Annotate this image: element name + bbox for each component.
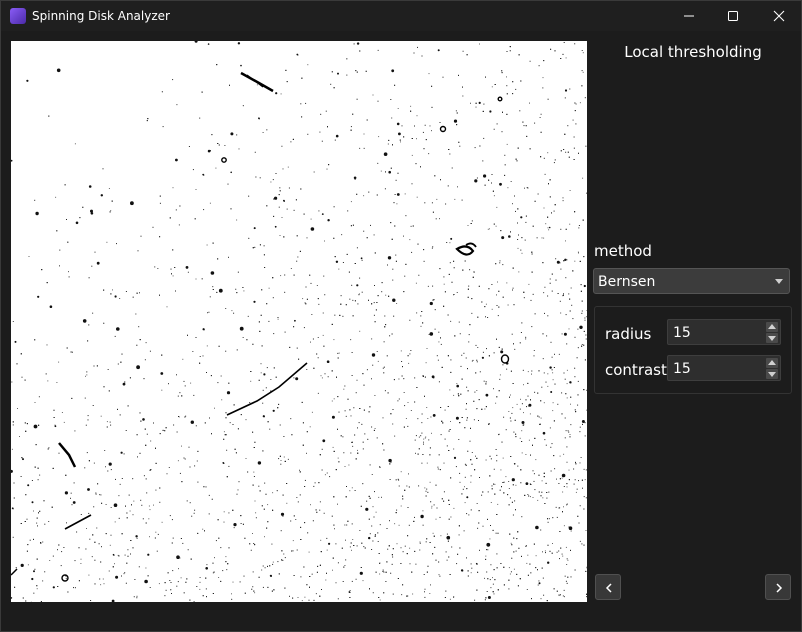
app-icon (10, 8, 26, 24)
radius-value: 15 (673, 325, 691, 341)
close-icon (773, 10, 785, 22)
contrast-label: contrast (605, 361, 667, 379)
chevron-right-icon (776, 583, 783, 593)
maximize-button[interactable] (710, 1, 756, 31)
contrast-increment-button[interactable] (766, 358, 778, 368)
chevron-down-icon (775, 279, 783, 284)
contrast-decrement-button[interactable] (766, 369, 778, 379)
radius-label: radius (605, 325, 652, 343)
parameters-group: radius 15 contrast 15 (594, 306, 792, 394)
method-select-value: Bernsen (598, 274, 656, 290)
next-button[interactable] (765, 574, 791, 600)
radius-increment-button[interactable] (766, 322, 778, 332)
method-select[interactable]: Bernsen (593, 268, 790, 294)
chevron-left-icon (605, 583, 612, 593)
previous-button[interactable] (595, 574, 621, 600)
thresholded-image-view[interactable] (11, 41, 587, 602)
close-button[interactable] (756, 1, 802, 31)
maximize-icon (728, 11, 738, 21)
minimize-button[interactable] (666, 1, 712, 31)
contrast-spinbox[interactable]: 15 (667, 355, 781, 381)
panel-title: Local thresholding (624, 43, 762, 61)
title-bar[interactable]: Spinning Disk Analyzer (1, 1, 801, 31)
contrast-value: 15 (673, 361, 691, 377)
radius-decrement-button[interactable] (766, 333, 778, 343)
thresholded-image (11, 41, 587, 602)
app-window: Spinning Disk Analyzer Local thresholdin… (0, 0, 802, 632)
minimize-icon (684, 15, 694, 17)
method-label: method (594, 242, 652, 260)
radius-spinbox[interactable]: 15 (667, 319, 781, 345)
window-title: Spinning Disk Analyzer (32, 9, 170, 23)
